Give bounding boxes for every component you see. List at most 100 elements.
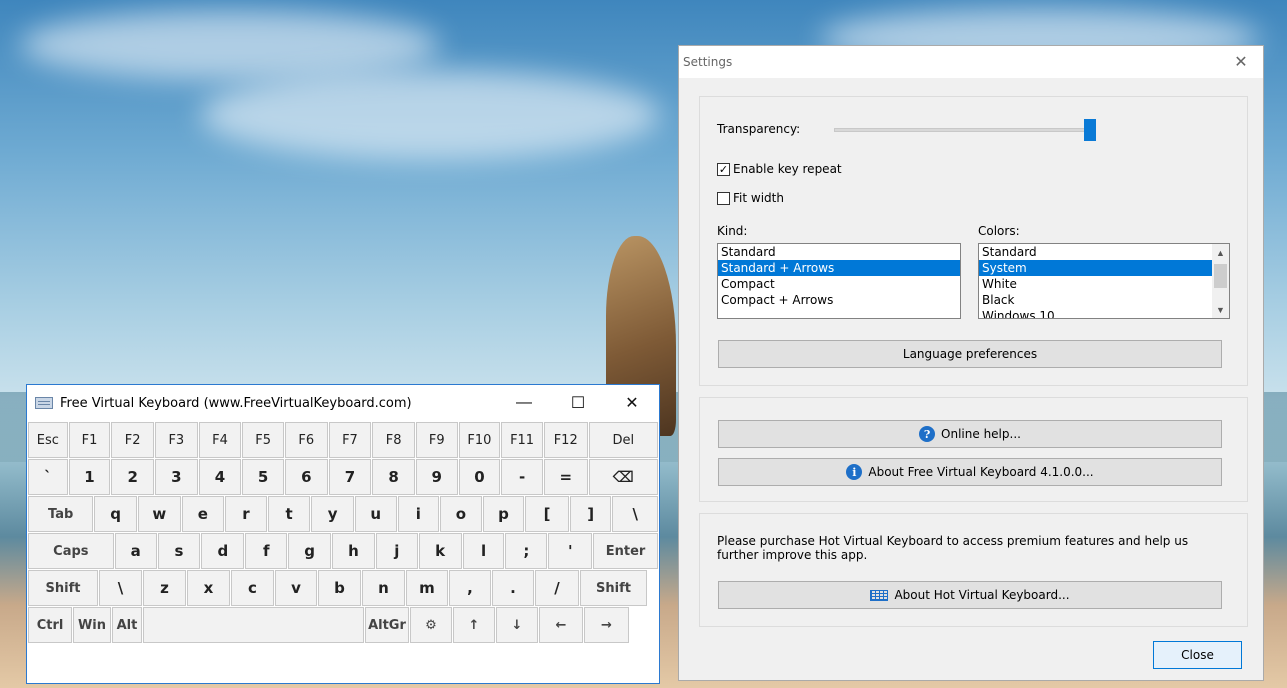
close-button[interactable]: ✕ bbox=[605, 385, 659, 421]
scroll-up-icon[interactable]: ▲ bbox=[1212, 244, 1229, 261]
key-h[interactable]: h bbox=[332, 533, 375, 569]
checkbox-box[interactable]: ✓ bbox=[717, 162, 730, 176]
key-f12[interactable]: F12 bbox=[543, 422, 588, 458]
transparency-slider-track[interactable] bbox=[834, 128, 1092, 132]
key-c[interactable]: c bbox=[231, 570, 274, 606]
list-item[interactable]: Compact + Arrows bbox=[718, 292, 960, 308]
key-ctrl[interactable]: Ctrl bbox=[28, 607, 72, 643]
key-z[interactable]: z bbox=[143, 570, 186, 606]
key-6[interactable]: 6 bbox=[284, 459, 328, 495]
key-'[interactable]: ' bbox=[548, 533, 593, 569]
key-shift[interactable]: Shift bbox=[580, 570, 647, 606]
list-item[interactable]: Black bbox=[979, 292, 1229, 308]
scroll-down-icon[interactable]: ▼ bbox=[1212, 301, 1229, 318]
key-0[interactable]: 0 bbox=[458, 459, 501, 495]
key-⌫[interactable]: ⌫ bbox=[588, 459, 658, 495]
key-k[interactable]: k bbox=[418, 533, 462, 569]
key-f7[interactable]: F7 bbox=[328, 422, 372, 458]
key-f2[interactable]: F2 bbox=[111, 422, 154, 458]
transparency-slider-thumb[interactable] bbox=[1084, 119, 1096, 141]
online-help-button[interactable]: ? Online help... bbox=[718, 420, 1222, 448]
colors-listbox[interactable]: Standard System White Black Windows 10 ▲ ▼ bbox=[978, 243, 1230, 319]
key-alt[interactable]: Alt bbox=[112, 607, 142, 643]
key-w[interactable]: w bbox=[137, 496, 181, 532]
key-;[interactable]: ; bbox=[505, 533, 548, 569]
key-shift[interactable]: Shift bbox=[28, 570, 98, 606]
key-`[interactable]: ` bbox=[28, 459, 68, 495]
key-v[interactable]: v bbox=[275, 570, 317, 606]
scroll-thumb[interactable] bbox=[1214, 264, 1227, 288]
language-preferences-button[interactable]: Language preferences bbox=[718, 340, 1222, 368]
key-,[interactable]: , bbox=[449, 570, 491, 606]
key-⚙[interactable]: ⚙ bbox=[410, 607, 452, 643]
key-s[interactable]: s bbox=[157, 533, 201, 569]
key-4[interactable]: 4 bbox=[198, 459, 242, 495]
settings-close-icon[interactable]: ✕ bbox=[1219, 52, 1263, 72]
key--[interactable]: - bbox=[501, 459, 543, 495]
key-→[interactable]: → bbox=[584, 607, 629, 643]
key-f3[interactable]: F3 bbox=[155, 422, 198, 458]
key-[[interactable]: [ bbox=[525, 496, 569, 532]
key-.[interactable]: . bbox=[492, 570, 534, 606]
list-item[interactable]: White bbox=[979, 276, 1229, 292]
list-item[interactable]: System bbox=[979, 260, 1229, 276]
key-del[interactable]: Del bbox=[588, 422, 658, 458]
kind-listbox[interactable]: Standard Standard + Arrows Compact Compact … bbox=[717, 243, 961, 319]
key-f1[interactable]: F1 bbox=[68, 422, 111, 458]
key-r[interactable]: r bbox=[225, 496, 267, 532]
key-m[interactable]: m bbox=[406, 570, 448, 606]
fit-width-checkbox[interactable]: Fit width bbox=[717, 191, 784, 205]
key-f5[interactable]: F5 bbox=[242, 422, 284, 458]
key-←[interactable]: ← bbox=[539, 607, 583, 643]
key-/[interactable]: / bbox=[535, 570, 579, 606]
key-2[interactable]: 2 bbox=[111, 459, 154, 495]
key-t[interactable]: t bbox=[267, 496, 311, 532]
key-7[interactable]: 7 bbox=[328, 459, 372, 495]
key-g[interactable]: g bbox=[288, 533, 332, 569]
key-8[interactable]: 8 bbox=[372, 459, 415, 495]
key-altgr[interactable]: AltGr bbox=[365, 607, 409, 643]
enable-key-repeat-checkbox[interactable]: ✓ Enable key repeat bbox=[717, 162, 842, 176]
key-tab[interactable]: Tab bbox=[28, 496, 94, 532]
key-f8[interactable]: F8 bbox=[372, 422, 415, 458]
key-space[interactable] bbox=[143, 607, 364, 643]
key-][interactable]: ] bbox=[569, 496, 612, 532]
settings-dialog[interactable]: Settings ✕ Transparency: ✓ Enable key re… bbox=[678, 45, 1264, 681]
list-item[interactable]: Standard + Arrows bbox=[718, 260, 960, 276]
about-hot-keyboard-button[interactable]: About Hot Virtual Keyboard... bbox=[718, 581, 1222, 609]
key-\[interactable]: \ bbox=[99, 570, 142, 606]
key-=[interactable]: = bbox=[543, 459, 588, 495]
key-e[interactable]: e bbox=[181, 496, 225, 532]
list-item[interactable]: Standard bbox=[718, 244, 960, 260]
virtual-keyboard-window[interactable]: Free Virtual Keyboard (www.FreeVirtualKe… bbox=[26, 384, 660, 684]
key-f9[interactable]: F9 bbox=[415, 422, 458, 458]
key-p[interactable]: p bbox=[482, 496, 525, 532]
list-item[interactable]: Standard bbox=[979, 244, 1229, 260]
key-q[interactable]: q bbox=[94, 496, 137, 532]
close-dialog-button[interactable]: Close bbox=[1153, 641, 1242, 669]
key-9[interactable]: 9 bbox=[415, 459, 458, 495]
settings-titlebar[interactable]: Settings ✕ bbox=[679, 46, 1263, 78]
key-o[interactable]: o bbox=[440, 496, 482, 532]
key-enter[interactable]: Enter bbox=[593, 533, 658, 569]
key-b[interactable]: b bbox=[318, 570, 361, 606]
key-j[interactable]: j bbox=[375, 533, 418, 569]
maximize-button[interactable]: ☐ bbox=[551, 385, 605, 421]
key-n[interactable]: n bbox=[362, 570, 405, 606]
list-item[interactable]: Compact bbox=[718, 276, 960, 292]
key-↑[interactable]: ↑ bbox=[453, 607, 495, 643]
key-3[interactable]: 3 bbox=[155, 459, 198, 495]
key-caps[interactable]: Caps bbox=[28, 533, 114, 569]
minimize-button[interactable]: — bbox=[497, 385, 551, 421]
about-button[interactable]: i About Free Virtual Keyboard 4.1.0.0... bbox=[718, 458, 1222, 486]
key-\[interactable]: \ bbox=[612, 496, 659, 532]
key-f6[interactable]: F6 bbox=[284, 422, 328, 458]
key-1[interactable]: 1 bbox=[68, 459, 111, 495]
key-↓[interactable]: ↓ bbox=[496, 607, 538, 643]
key-l[interactable]: l bbox=[462, 533, 505, 569]
key-f4[interactable]: F4 bbox=[198, 422, 242, 458]
keyboard-titlebar[interactable]: Free Virtual Keyboard (www.FreeVirtualKe… bbox=[27, 385, 659, 421]
key-y[interactable]: y bbox=[311, 496, 354, 532]
list-item[interactable]: Windows 10 bbox=[979, 308, 1229, 318]
key-f11[interactable]: F11 bbox=[501, 422, 543, 458]
